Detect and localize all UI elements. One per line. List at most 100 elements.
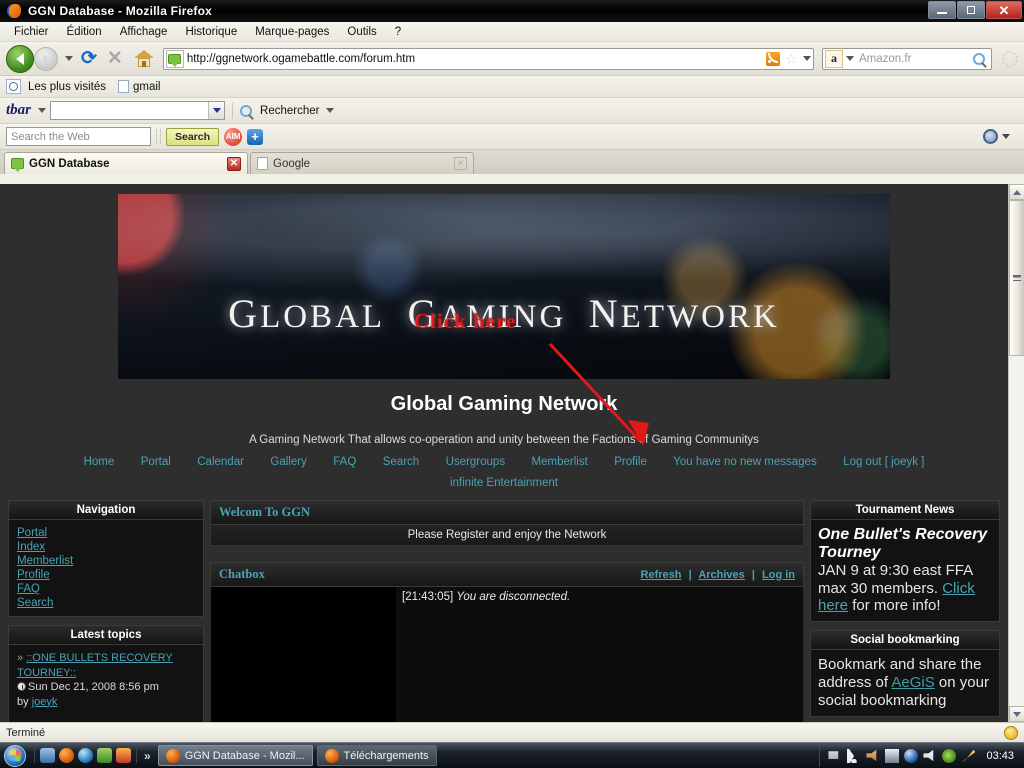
page-scrollbar[interactable] xyxy=(1008,184,1024,722)
taskbar-button-ggn[interactable]: GGN Database - Mozil... xyxy=(157,745,313,766)
maximize-button[interactable] xyxy=(957,1,985,19)
topic-author[interactable]: joeyk xyxy=(32,696,58,708)
chatbox-refresh-link[interactable]: Refresh xyxy=(641,569,682,581)
nav-link-usergroups[interactable]: Usergroups xyxy=(446,456,505,468)
home-icon[interactable] xyxy=(133,49,154,68)
close-button[interactable]: ✕ xyxy=(986,1,1022,19)
speaker-muted-icon[interactable] xyxy=(866,749,877,762)
urlbar-dropdown-icon[interactable] xyxy=(803,56,811,61)
menu-item-help[interactable]: ? xyxy=(387,24,409,40)
nav-link-infinite-entertainment[interactable]: infinite Entertainment xyxy=(450,477,558,489)
nav-link-memberlist[interactable]: Memberlist xyxy=(532,456,588,468)
bookmark-gmail[interactable]: gmail xyxy=(133,81,160,93)
history-dropdown-icon[interactable] xyxy=(65,56,73,61)
ie-icon[interactable] xyxy=(904,748,919,763)
system-tray: 03:43 xyxy=(819,744,1020,767)
navigation-toolbar: ⟳ ✕ http://ggnetwork.ogamebattle.com/for… xyxy=(0,42,1024,76)
amazon-engine-icon[interactable]: a xyxy=(825,49,843,68)
start-orb-icon[interactable] xyxy=(4,744,26,767)
rss-feed-icon[interactable] xyxy=(765,51,780,66)
gear-dropdown-icon[interactable] xyxy=(1002,134,1010,139)
magnifier-icon[interactable] xyxy=(973,52,985,65)
nav-link-profile[interactable]: Profile xyxy=(614,456,647,468)
sidebar-item-search[interactable]: Search xyxy=(17,596,195,610)
network-disconnected-icon[interactable] xyxy=(828,751,839,759)
tbar-search-dropdown-icon[interactable] xyxy=(326,108,335,113)
menu-item-edition[interactable]: Édition xyxy=(59,24,110,40)
menu-item-marque-pages[interactable]: Marque-pages xyxy=(247,24,337,40)
tab-google[interactable]: Google ✕ xyxy=(250,152,474,174)
menu-item-fichier[interactable]: Fichier xyxy=(6,24,57,40)
search-input[interactable]: Amazon.fr xyxy=(854,53,973,65)
firefox-icon xyxy=(324,748,339,763)
chatbox-archives-link[interactable]: Archives xyxy=(698,569,744,581)
taskbar-button-downloads[interactable]: Téléchargements xyxy=(316,745,437,766)
url-bar[interactable]: http://ggnetwork.ogamebattle.com/forum.h… xyxy=(162,47,814,70)
chatbox-login-link[interactable]: Log in xyxy=(762,569,795,581)
taskbar-clock[interactable]: 03:43 xyxy=(980,750,1020,762)
aim-toolbar: Search the Web Search AIM + xyxy=(0,124,1024,150)
tab-ggn-database[interactable]: GGN Database ✕ xyxy=(4,152,248,174)
stop-icon[interactable]: ✕ xyxy=(107,47,123,70)
nav-link-calendar[interactable]: Calendar xyxy=(197,456,244,468)
engine-dropdown-icon[interactable] xyxy=(846,56,854,61)
gear-icon[interactable] xyxy=(983,129,998,144)
volume-icon[interactable] xyxy=(923,749,934,762)
media-icon[interactable] xyxy=(97,748,112,763)
msn-icon[interactable] xyxy=(78,748,93,763)
scroll-up-icon[interactable] xyxy=(1009,184,1024,200)
sidebar-item-memberlist[interactable]: Memberlist xyxy=(17,554,195,568)
sidebar-item-faq[interactable]: FAQ xyxy=(17,582,195,596)
smiley-icon[interactable] xyxy=(1004,725,1018,740)
tournament-news-body-after: for more info! xyxy=(848,597,941,615)
minimize-button[interactable] xyxy=(928,1,956,19)
menu-item-outils[interactable]: Outils xyxy=(339,24,384,40)
sidebar-item-portal[interactable]: Portal xyxy=(17,526,195,540)
plus-icon[interactable]: + xyxy=(247,128,264,145)
search-button[interactable]: Search xyxy=(166,127,220,146)
flash-icon[interactable] xyxy=(116,748,131,763)
tbar-search-label[interactable]: Rechercher xyxy=(260,105,319,117)
aim-icon[interactable]: AIM xyxy=(224,127,243,146)
tbar-search-input[interactable] xyxy=(50,101,226,120)
chat-message: [21:43:05] You are disconnected. xyxy=(396,587,803,607)
menu-item-affichage[interactable]: Affichage xyxy=(112,24,176,40)
back-button[interactable] xyxy=(6,44,34,73)
social-aegis-link[interactable]: AeGiS xyxy=(891,674,934,691)
toolbar-grip[interactable] xyxy=(156,129,161,144)
forward-button[interactable] xyxy=(34,46,58,71)
firefox-icon[interactable] xyxy=(59,748,74,763)
nav-link-messages[interactable]: You have no new messages xyxy=(673,456,816,468)
search-bar[interactable]: a Amazon.fr xyxy=(822,47,992,70)
topic-link[interactable]: ::ONE BULLETS RECOVERY TOURNEY:: xyxy=(17,652,173,679)
scrollbar-thumb[interactable] xyxy=(1009,200,1024,356)
scroll-down-icon[interactable] xyxy=(1009,706,1024,722)
wireless-icon[interactable] xyxy=(847,748,862,763)
chatbox-area[interactable]: [21:43:05] You are disconnected. xyxy=(210,587,804,722)
bookmark-les-plus-visites[interactable]: Les plus visités xyxy=(28,81,106,93)
screen-icon[interactable] xyxy=(885,748,900,763)
nav-link-faq[interactable]: FAQ xyxy=(333,456,356,468)
right-sidebar: Tournament News One Bullet's Recovery To… xyxy=(810,500,1000,722)
window-titlebar: GGN Database - Mozilla Firefox ✕ xyxy=(0,0,1024,22)
sidebar-item-profile[interactable]: Profile xyxy=(17,568,195,582)
show-desktop-icon[interactable] xyxy=(40,748,55,763)
site-banner[interactable]: GLOBAL GAMING NETWORK Click here xyxy=(118,194,890,379)
reload-icon[interactable]: ⟳ xyxy=(81,47,97,70)
nav-link-search[interactable]: Search xyxy=(383,456,419,468)
nvidia-icon[interactable] xyxy=(942,748,957,763)
close-icon[interactable]: ✕ xyxy=(454,157,467,170)
tbar-dropdown-icon[interactable] xyxy=(208,102,225,119)
nav-link-home[interactable]: Home xyxy=(84,456,115,468)
pen-icon[interactable] xyxy=(961,749,976,763)
menu-item-historique[interactable]: Historique xyxy=(177,24,245,40)
tbar-menu-icon[interactable] xyxy=(38,108,47,113)
nav-link-portal[interactable]: Portal xyxy=(141,456,171,468)
overflow-chevron-icon[interactable]: » xyxy=(144,749,151,763)
nav-link-gallery[interactable]: Gallery xyxy=(270,456,306,468)
nav-link-logout[interactable]: Log out [ joeyk ] xyxy=(843,456,924,468)
close-icon[interactable]: ✕ xyxy=(227,156,241,171)
web-search-input[interactable]: Search the Web xyxy=(6,127,151,146)
star-bookmark-icon[interactable]: ☆ xyxy=(785,50,798,68)
sidebar-item-index[interactable]: Index xyxy=(17,540,195,554)
